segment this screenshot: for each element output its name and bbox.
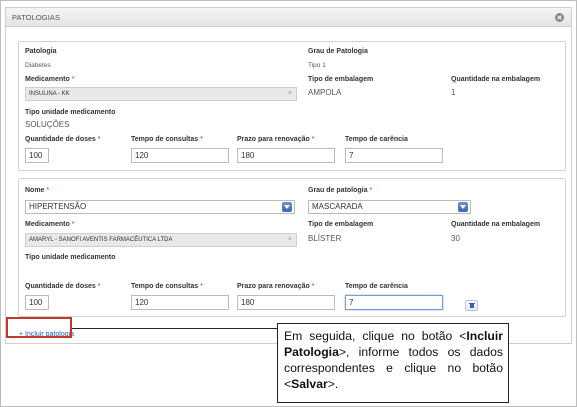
medicamento-field[interactable]: AMARYL - SANOFI AVENTIS FARMACÊUTICA LTD… bbox=[25, 233, 297, 247]
instruction-callout: Em seguida, clique no botão <Incluir Pat… bbox=[277, 323, 509, 403]
required-marker: * bbox=[97, 283, 101, 290]
grau-label: Grau de patologia * bbox=[308, 187, 373, 194]
prazo-label: Prazo para renovação * bbox=[237, 283, 315, 290]
close-icon[interactable]: × bbox=[288, 234, 292, 246]
carencia-input[interactable]: 7 bbox=[345, 295, 443, 310]
close-icon[interactable]: × bbox=[288, 88, 292, 100]
required-marker: * bbox=[369, 187, 373, 194]
nome-label: Nome * bbox=[25, 187, 50, 194]
carencia-label: Tempo de carência bbox=[345, 283, 408, 290]
qtd-doses-label: Quantidade de doses * bbox=[25, 283, 101, 290]
tipo-embalagem-label: Tipo de embalagem bbox=[308, 76, 374, 83]
required-marker: * bbox=[200, 283, 203, 290]
prazo-input[interactable]: 180 bbox=[237, 295, 335, 310]
medicamento-label: Medicamento * bbox=[25, 76, 75, 83]
prazo-input[interactable]: 180 bbox=[237, 148, 335, 163]
callout-connector bbox=[72, 328, 277, 329]
tipo-embalagem-value: AMPOLA bbox=[308, 88, 342, 97]
chevron-down-icon[interactable] bbox=[282, 202, 292, 212]
carencia-input[interactable]: 7 bbox=[345, 148, 443, 163]
qtd-embalagem-value: 30 bbox=[451, 234, 460, 243]
medicamento-value: AMARYL - SANOFI AVENTIS FARMACÊUTICA LTD… bbox=[29, 237, 173, 243]
qtd-embalagem-label: Quantidade na embalagem bbox=[451, 76, 541, 83]
patologias-panel: PATOLOGIAS Patologia Diabetes Grau de Pa… bbox=[5, 7, 572, 344]
callout-text: Em seguida, clique no botão < bbox=[284, 329, 467, 343]
carencia-label: Tempo de carência bbox=[345, 136, 408, 143]
required-marker: * bbox=[46, 187, 50, 194]
nome-value: HIPERTENSÃO bbox=[29, 202, 87, 211]
tipo-embalagem-label: Tipo de embalagem bbox=[308, 221, 374, 228]
medicamento-field[interactable]: INSULINA - KK × bbox=[25, 87, 297, 101]
pathology-card-hipertensao: Nome * HIPERTENSÃO Grau de patologia * M… bbox=[18, 178, 566, 317]
patologia-label: Patologia bbox=[25, 48, 57, 55]
pathology-card-diabetes: Patologia Diabetes Grau de Patologia Tip… bbox=[18, 41, 566, 171]
collapse-icon[interactable] bbox=[555, 13, 564, 22]
patologia-value: Diabetes bbox=[25, 62, 51, 69]
prazo-label: Prazo para renovação * bbox=[237, 136, 315, 143]
tipo-embalagem-value: BLÍSTER bbox=[308, 234, 342, 243]
trash-icon[interactable] bbox=[465, 300, 478, 311]
required-marker: * bbox=[200, 136, 203, 143]
panel-title: PATOLOGIAS bbox=[12, 13, 61, 22]
tempo-consultas-input[interactable]: 120 bbox=[131, 148, 229, 163]
medicamento-value: INSULINA - KK bbox=[29, 91, 70, 97]
grau-select[interactable]: MASCARADA bbox=[308, 200, 471, 214]
tempo-consultas-label: Tempo de consultas * bbox=[131, 283, 203, 290]
tempo-consultas-label: Tempo de consultas * bbox=[131, 136, 203, 143]
chevron-down-icon[interactable] bbox=[458, 202, 468, 212]
tipo-unidade-label: Tipo unidade medicamento bbox=[25, 254, 116, 261]
tempo-consultas-input[interactable]: 120 bbox=[131, 295, 229, 310]
qtd-doses-label: Quantidade de doses * bbox=[25, 136, 101, 143]
tipo-unidade-label: Tipo unidade medicamento bbox=[25, 109, 116, 116]
medicamento-label: Medicamento * bbox=[25, 221, 75, 228]
screenshot-frame: PATOLOGIAS Patologia Diabetes Grau de Pa… bbox=[0, 0, 577, 407]
grau-label: Grau de Patologia bbox=[308, 48, 368, 55]
required-marker: * bbox=[71, 76, 75, 83]
required-marker: * bbox=[311, 283, 315, 290]
highlight-box bbox=[6, 317, 72, 338]
callout-bold-salvar: Salvar bbox=[291, 377, 328, 391]
qtd-doses-input[interactable]: 100 bbox=[25, 148, 49, 163]
qtd-embalagem-value: 1 bbox=[451, 88, 456, 97]
panel-header: PATOLOGIAS bbox=[6, 8, 571, 27]
qtd-doses-input[interactable]: 100 bbox=[25, 295, 49, 310]
nome-select[interactable]: HIPERTENSÃO bbox=[25, 200, 295, 214]
required-marker: * bbox=[71, 221, 75, 228]
callout-text: >. bbox=[327, 377, 339, 391]
grau-value: MASCARADA bbox=[312, 202, 363, 211]
required-marker: * bbox=[97, 136, 101, 143]
qtd-embalagem-label: Quantidade na embalagem bbox=[451, 221, 541, 228]
required-marker: * bbox=[311, 136, 315, 143]
tipo-unidade-value: SOLUÇÕES bbox=[25, 120, 70, 129]
grau-value: Tipo 1 bbox=[308, 62, 326, 69]
